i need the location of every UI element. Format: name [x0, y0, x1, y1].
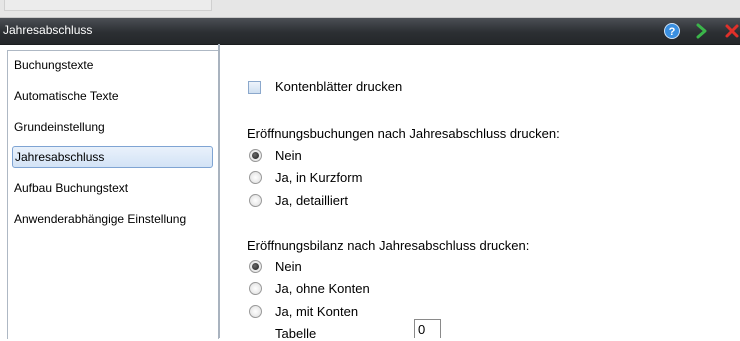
group1-radio-kurzform[interactable] [249, 171, 262, 184]
kontenblaetter-label: Kontenblätter drucken [275, 79, 403, 94]
title-bar: Jahresabschluss ? [0, 18, 740, 45]
group1-option-detailliert: Ja, detailliert [275, 193, 348, 208]
sidebar-item-grundeinstellung[interactable]: Grundeinstellung [12, 116, 213, 138]
window-title: Jahresabschluss [3, 23, 93, 37]
tabelle-label: Tabelle [275, 326, 317, 341]
group1-option-nein: Nein [275, 148, 302, 163]
group1-option-kurzform: Ja, in Kurzform [275, 170, 363, 185]
sidebar-item-aufbau-buchungstext[interactable]: Aufbau Buchungstext [12, 177, 213, 199]
sidebar-item-jahresabschluss[interactable]: Jahresabschluss [12, 146, 213, 168]
tabelle-input[interactable] [414, 319, 441, 338]
group1-radio-detailliert[interactable] [249, 194, 262, 207]
top-strip [0, 0, 740, 18]
group2-option-mit-konten: Ja, mit Konten [275, 304, 359, 319]
settings-panel: Kontenblätter drucken Eröffnungsbuchunge… [220, 44, 740, 341]
group1-radio-nein[interactable] [249, 149, 262, 162]
help-icon[interactable]: ? [663, 22, 681, 40]
close-icon[interactable] [723, 22, 740, 40]
group2-radio-ohne-konten[interactable] [249, 282, 262, 295]
group2-radio-mit-konten[interactable] [249, 305, 262, 318]
sidebar-item-buchungstexte[interactable]: Buchungstexte [12, 54, 213, 76]
group2-option-nein: Nein [275, 259, 302, 274]
background-tab [4, 0, 212, 11]
kontenblaetter-checkbox[interactable] [248, 81, 261, 94]
sidebar-item-anwenderabhaengige-einstellung[interactable]: Anwenderabhängige Einstellung [12, 208, 213, 230]
group2-option-ohne-konten: Ja, ohne Konten [275, 281, 370, 296]
group1-heading: Eröffnungsbuchungen nach Jahresabschluss… [247, 126, 560, 141]
settings-sidebar: Buchungstexte Automatische Texte Grundei… [7, 50, 219, 339]
next-arrow-icon[interactable] [693, 22, 711, 40]
group2-radio-nein[interactable] [249, 260, 262, 273]
svg-text:?: ? [669, 26, 676, 38]
sidebar-item-automatische-texte[interactable]: Automatische Texte [12, 85, 213, 107]
group2-heading: Eröffnungsbilanz nach Jahresabschluss dr… [247, 238, 530, 253]
